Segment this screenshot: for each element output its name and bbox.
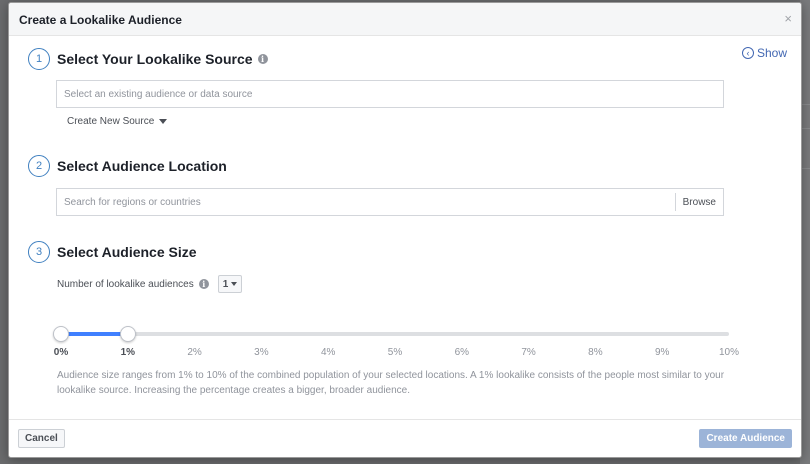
- slider-tick-label: 6%: [454, 347, 470, 358]
- lookalike-count-value: 1: [222, 278, 229, 290]
- show-label: Show: [757, 46, 788, 60]
- slider-tick-label: 0%: [53, 347, 69, 358]
- location-search-input[interactable]: Search for regions or countries Browse: [56, 188, 724, 216]
- dialog-footer: Cancel Create Audience: [9, 419, 801, 457]
- lookalike-count-label: Number of lookalike audiences: [57, 278, 194, 290]
- dialog-title: Create a Lookalike Audience: [19, 13, 182, 27]
- slider-handle-start[interactable]: [53, 326, 69, 342]
- slider-tick-label: 4%: [320, 347, 336, 358]
- browse-button[interactable]: Browse: [674, 193, 723, 211]
- chevron-left-icon: ‹: [742, 47, 754, 59]
- slider-tick-label: 7%: [521, 347, 536, 358]
- lookalike-audience-dialog: Create a Lookalike Audience × ‹ Show 1 S…: [8, 2, 802, 458]
- caret-down-icon: [231, 282, 238, 286]
- audience-size-slider-fill: [61, 332, 128, 336]
- slider-tick-label: 1%: [120, 347, 136, 358]
- audience-size-slider-track[interactable]: [61, 332, 729, 336]
- step-number-1: 1: [28, 48, 50, 70]
- audience-size-description: Audience size ranges from 1% to 10% of t…: [57, 370, 725, 396]
- create-new-source-label: Create New Source: [67, 116, 155, 127]
- slider-tick-label: 9%: [654, 347, 670, 358]
- slider-tick-label: 5%: [387, 347, 403, 358]
- slider-handle-end[interactable]: [119, 326, 136, 342]
- step-number-3: 3: [28, 241, 50, 263]
- step-title-source-text: Select Your Lookalike Source: [57, 51, 253, 67]
- step-number-2: 2: [28, 155, 50, 177]
- cancel-button[interactable]: Cancel: [18, 429, 65, 448]
- info-icon[interactable]: i: [198, 279, 209, 289]
- show-link[interactable]: ‹ Show: [742, 46, 787, 60]
- caret-down-icon: [159, 119, 168, 124]
- step-title-source: Select Your Lookalike Source i: [57, 51, 268, 67]
- info-icon[interactable]: i: [257, 54, 268, 64]
- lookalike-count-row: Number of lookalike audiences i 1: [57, 275, 243, 293]
- close-icon[interactable]: ×: [784, 12, 792, 25]
- dialog-header: Create a Lookalike Audience ×: [9, 3, 801, 36]
- location-search-placeholder: Search for regions or countries: [64, 196, 201, 208]
- slider-tick-label: 3%: [254, 347, 269, 358]
- lookalike-count-select[interactable]: 1: [217, 275, 243, 293]
- slider-tick-label: 8%: [588, 347, 603, 358]
- step-title-size: Select Audience Size: [57, 244, 197, 260]
- step-title-location: Select Audience Location: [57, 158, 227, 174]
- create-new-source-dropdown[interactable]: Create New Source: [67, 116, 168, 127]
- source-input[interactable]: Select an existing audience or data sour…: [56, 80, 724, 108]
- create-audience-button[interactable]: Create Audience: [699, 429, 792, 448]
- slider-tick-label: 10%: [718, 347, 740, 358]
- slider-tick-label: 2%: [187, 347, 202, 358]
